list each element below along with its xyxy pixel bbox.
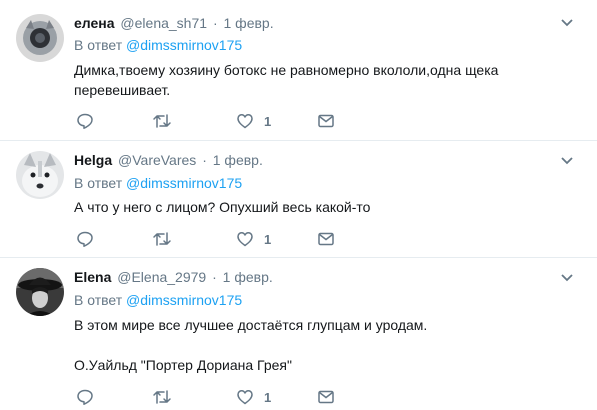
mention-link[interactable]: @dimssmirnov175 bbox=[126, 292, 242, 308]
retweet-button[interactable] bbox=[152, 387, 172, 407]
like-count: 1 bbox=[264, 113, 272, 129]
heart-icon bbox=[237, 114, 253, 129]
replying-to: В ответ @dimssmirnov175 bbox=[74, 174, 242, 192]
retweet-icon bbox=[153, 114, 171, 128]
envelope-icon bbox=[318, 114, 334, 128]
reply-button[interactable] bbox=[76, 387, 94, 407]
retweet-button[interactable] bbox=[152, 111, 172, 131]
message-button[interactable] bbox=[317, 111, 335, 131]
text-line: А что у него с лицом? Опухший весь какой… bbox=[74, 199, 371, 215]
retweet-button[interactable] bbox=[152, 229, 172, 249]
like-button[interactable]: 1 bbox=[236, 111, 271, 131]
tweet-text: Димка,твоему хозяину ботокс не равномерн… bbox=[74, 60, 574, 100]
replying-prefix: В ответ bbox=[74, 37, 123, 53]
chevron-down-icon[interactable] bbox=[559, 14, 575, 30]
chevron-down-icon[interactable] bbox=[559, 152, 575, 168]
envelope-icon bbox=[318, 390, 334, 404]
text-line: О.Уайльд "Портер Дориана Грея" bbox=[74, 357, 292, 373]
retweet-icon bbox=[153, 390, 171, 404]
reply-button[interactable] bbox=[76, 229, 94, 249]
avatar[interactable] bbox=[16, 14, 64, 62]
separator: · bbox=[212, 15, 218, 31]
tweet-header: елена @elena_sh71 · 1 февр. bbox=[74, 14, 274, 32]
user-handle[interactable]: @VareVares bbox=[118, 152, 196, 168]
tweet-header: Elena @Elena_2979 · 1 февр. bbox=[74, 268, 273, 286]
like-count: 1 bbox=[264, 389, 272, 405]
retweet-icon bbox=[153, 232, 171, 246]
like-button[interactable]: 1 bbox=[236, 229, 271, 249]
user-handle[interactable]: @elena_sh71 bbox=[120, 15, 207, 31]
replying-to: В ответ @dimssmirnov175 bbox=[74, 36, 242, 54]
like-button[interactable]: 1 bbox=[236, 387, 271, 407]
replying-prefix: В ответ bbox=[74, 292, 123, 308]
tweet[interactable]: елена @elena_sh71 · 1 февр. В ответ @dim… bbox=[0, 0, 597, 141]
heart-icon bbox=[237, 390, 253, 405]
chevron-down-icon[interactable] bbox=[559, 269, 575, 285]
text-line: Димка,твоему хозяину ботокс не равномерн… bbox=[74, 62, 499, 78]
reply-icon bbox=[77, 113, 93, 129]
tweet[interactable]: Elena @Elena_2979 · 1 февр. В ответ @dim… bbox=[0, 258, 597, 410]
mention-link[interactable]: @dimssmirnov175 bbox=[126, 37, 242, 53]
reply-button[interactable] bbox=[76, 111, 94, 131]
display-name[interactable]: Elena bbox=[74, 269, 111, 285]
avatar[interactable] bbox=[16, 268, 64, 316]
message-button[interactable] bbox=[317, 229, 335, 249]
display-name[interactable]: елена bbox=[74, 15, 115, 31]
tweet-date[interactable]: 1 февр. bbox=[224, 15, 274, 31]
replying-prefix: В ответ bbox=[74, 175, 123, 191]
reply-icon bbox=[77, 389, 93, 405]
tweet-text: А что у него с лицом? Опухший весь какой… bbox=[74, 197, 574, 217]
text-line bbox=[74, 335, 574, 355]
display-name[interactable]: Helga bbox=[74, 152, 112, 168]
tweet-date[interactable]: 1 февр. bbox=[213, 152, 263, 168]
message-button[interactable] bbox=[317, 387, 335, 407]
separator: · bbox=[212, 269, 217, 285]
text-line: В этом мире все лучшее достаётся глупцам… bbox=[74, 317, 428, 333]
avatar[interactable] bbox=[16, 151, 64, 199]
separator: · bbox=[202, 152, 207, 168]
user-handle[interactable]: @Elena_2979 bbox=[117, 269, 206, 285]
mention-link[interactable]: @dimssmirnov175 bbox=[126, 175, 242, 191]
replying-to: В ответ @dimssmirnov175 bbox=[74, 291, 242, 309]
tweet-header: Helga @VareVares · 1 февр. bbox=[74, 151, 263, 169]
heart-icon bbox=[237, 232, 253, 247]
tweet[interactable]: Helga @VareVares · 1 февр. В ответ @dims… bbox=[0, 141, 597, 258]
tweet-text: В этом мире все лучшее достаётся глупцам… bbox=[74, 315, 574, 375]
like-count: 1 bbox=[264, 231, 272, 247]
envelope-icon bbox=[318, 232, 334, 246]
reply-icon bbox=[77, 231, 93, 247]
text-line: перевешивает. bbox=[74, 82, 171, 98]
tweet-date[interactable]: 1 февр. bbox=[223, 269, 273, 285]
